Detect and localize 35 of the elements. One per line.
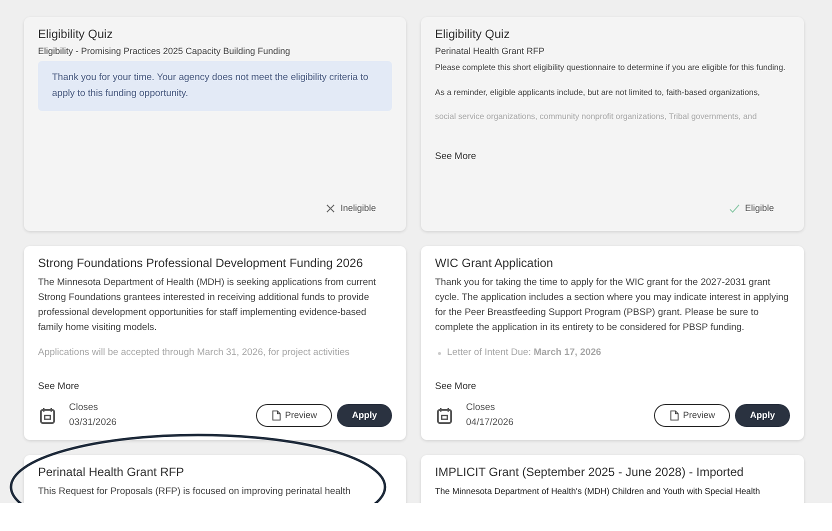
card-title: Strong Foundations Professional Development Funding 2026 — [38, 256, 364, 270]
card-subtitle: Perinatal Health Grant RFP — [435, 46, 546, 56]
closes-label: Closes — [69, 401, 100, 415]
see-more-link[interactable]: See More — [38, 381, 80, 392]
notice-message: Thank you for your time. Your agency does not meet the eligibility criteria to apply to this funding opportunity. — [38, 61, 392, 111]
closes-date: 04/17/2026 — [466, 416, 514, 430]
document-icon — [668, 410, 680, 420]
closes-date: 03/31/2026 — [69, 416, 117, 430]
closes-label: Closes — [466, 401, 496, 415]
see-more-link[interactable]: See More — [435, 381, 476, 392]
description-text: This Request for Proposals (RFP) is focused on improving perinatal health — [38, 485, 352, 499]
preview-button[interactable]: Preview — [654, 404, 730, 426]
description-text: Thank you for taking the time to apply for the WIC grant for the 2027-2031 grant cycle. The application includes a section where you may indicate interest in applying for the Peer Breastfeeding Support Program (PBSP) grant. Please be sure to complete the application in its entirety to be considered for PBSP funding. — [435, 276, 790, 335]
status-label: Ineligible — [340, 203, 376, 213]
description-text: The Minnesota Department of Health (MDH) is seeking applications from current Strong Foundations grantees interested in receiving additional funds to provide professional development opportunities for staff implementing evidence-based family home visiting models. — [38, 276, 377, 335]
preview-button[interactable]: Preview — [256, 404, 332, 426]
card-title: Perinatal Health Grant RFP — [38, 465, 186, 479]
bullet-item: Letter of Intent Due: March 17, 2026 — [435, 345, 790, 360]
apply-button[interactable]: Apply — [336, 404, 392, 426]
description-text: Applications will be accepted through March 31, 2026, for project activities — [38, 346, 351, 360]
card-title: Eligibility Quiz — [38, 27, 114, 41]
calendar-icon — [437, 406, 452, 424]
card-title: Eligibility Quiz — [435, 27, 511, 41]
card-title: WIC Grant Application — [435, 256, 554, 270]
description-text: As a reminder, eligible applicants include, but are not limited to, faith-based organizations, — [435, 86, 761, 99]
description-text: Please complete this short eligibility questionnaire to determine if you are eligible for this funding. — [435, 62, 786, 74]
document-icon — [270, 410, 282, 420]
description-text: The Minnesota Department of Health's (MDH) Children and Youth with Special Health — [435, 485, 762, 498]
see-more-link[interactable]: See More — [435, 151, 476, 162]
card-subtitle: Eligibility - Promising Practices 2025 Capacity Building Funding — [38, 46, 292, 56]
description-text: social service organizations, community nonprofit organizations, Tribal governments, and — [435, 111, 758, 123]
apply-button[interactable]: Apply — [734, 404, 790, 426]
calendar-icon — [40, 406, 55, 424]
status-label: Eligible — [744, 203, 774, 213]
card-title: IMPLICIT Grant (September 2025 - June 2028) - Imported — [435, 465, 745, 479]
